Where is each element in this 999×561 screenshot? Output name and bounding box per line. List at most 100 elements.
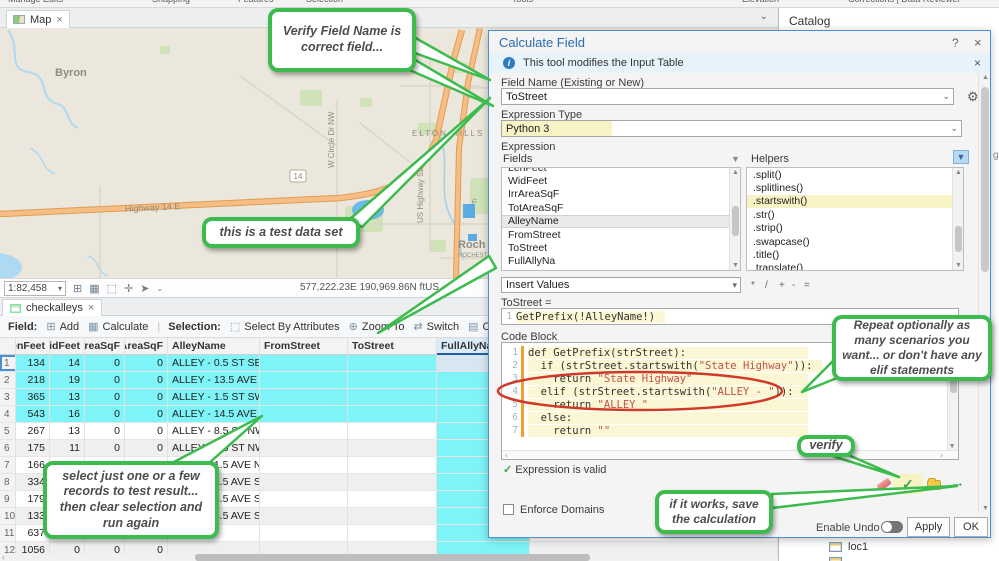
expression-type-combobox[interactable]: Python 3 ⌄: [501, 120, 962, 137]
grid-icon[interactable]: ▦: [89, 282, 99, 295]
chevron-down-icon[interactable]: ⌄: [950, 123, 958, 134]
operator-divide[interactable]: /: [765, 280, 768, 291]
table-cell[interactable]: 0: [85, 440, 125, 457]
operator-equals[interactable]: =: [804, 280, 810, 291]
table-cell[interactable]: [260, 389, 348, 406]
scroll-left-icon[interactable]: ‹: [2, 552, 5, 561]
scroll-down-icon[interactable]: ▼: [982, 505, 989, 512]
column-header[interactable]: WidFeet: [50, 338, 85, 355]
fields-list-item[interactable]: WidFeet: [502, 174, 740, 187]
table-cell[interactable]: 0: [85, 355, 125, 372]
table-cell[interactable]: [260, 406, 348, 423]
dialog-scrollbar[interactable]: ▲ ▼: [978, 73, 990, 513]
table-cell[interactable]: ALLEY - 1.5 ST SW: [168, 389, 260, 406]
scrollbar-thumb[interactable]: [732, 206, 739, 236]
helpers-scrollbar[interactable]: ▲ ▼: [952, 168, 963, 270]
table-cell[interactable]: [260, 525, 348, 542]
catalog-item-partial[interactable]: [829, 557, 842, 561]
close-icon[interactable]: ×: [88, 303, 94, 313]
table-cell[interactable]: [260, 491, 348, 508]
row-number[interactable]: 3: [0, 389, 16, 406]
chevron-down-icon[interactable]: ⌄: [760, 11, 768, 22]
table-cell[interactable]: [348, 457, 437, 474]
table-cell[interactable]: [348, 389, 437, 406]
calculate-button[interactable]: ▦Calculate: [88, 320, 148, 333]
switch-selection-button[interactable]: ⇄Switch: [413, 320, 459, 333]
operator-minus[interactable]: -: [792, 280, 795, 291]
scroll-down-icon[interactable]: ▼: [732, 262, 739, 269]
table-cell[interactable]: 14: [50, 355, 85, 372]
chevron-down-icon[interactable]: ⌄: [442, 283, 449, 292]
table-cell[interactable]: 13: [50, 389, 85, 406]
tab-checkalleys[interactable]: checkalleys ×: [2, 299, 102, 316]
fields-list-item[interactable]: LenFeet: [502, 167, 740, 174]
table-cell[interactable]: 267: [16, 423, 50, 440]
scroll-down-icon[interactable]: ▼: [950, 442, 954, 450]
table-cell[interactable]: [260, 508, 348, 525]
row-number[interactable]: 11: [0, 525, 16, 542]
select-by-attributes-button[interactable]: ⬚Select By Attributes: [230, 320, 340, 333]
helpers-list-item[interactable]: .swapcase(): [747, 235, 963, 248]
table-cell[interactable]: [348, 372, 437, 389]
chevron-down-icon[interactable]: ⌄: [942, 91, 950, 102]
table-cell[interactable]: ALLEY - 8.5 ST NW: [168, 423, 260, 440]
scrollbar-thumb[interactable]: [195, 554, 590, 561]
table-cell[interactable]: [260, 474, 348, 491]
scrollbar-thumb[interactable]: [981, 87, 989, 272]
table-cell[interactable]: 0: [125, 423, 168, 440]
helpers-list-item[interactable]: .split(): [747, 168, 963, 181]
table-cell[interactable]: 13: [50, 423, 85, 440]
table-cell[interactable]: [348, 440, 437, 457]
table-cell[interactable]: 0: [125, 440, 168, 457]
table-cell[interactable]: [348, 474, 437, 491]
table-cell[interactable]: 0: [125, 355, 168, 372]
table-horizontal-scrollbar[interactable]: ‹: [0, 554, 778, 561]
row-number[interactable]: 4: [0, 406, 16, 423]
table-cell[interactable]: 0: [85, 389, 125, 406]
table-cell[interactable]: [260, 355, 348, 372]
chevron-down-icon[interactable]: ▾: [732, 280, 737, 291]
table-cell[interactable]: [348, 491, 437, 508]
scroll-up-icon[interactable]: ▲: [955, 169, 962, 176]
add-field-button[interactable]: ⊞Add: [46, 320, 79, 333]
column-header[interactable]: IrrAreaSqF: [85, 338, 125, 355]
add-feature-icon[interactable]: ⊞: [73, 282, 82, 295]
fields-list-item[interactable]: FromStreet: [502, 228, 740, 241]
fields-list-item[interactable]: FullAllyNa: [502, 255, 740, 268]
chevron-down-icon[interactable]: ⌄: [156, 284, 163, 293]
helpers-list-item[interactable]: .strip(): [747, 222, 963, 235]
table-cell[interactable]: 0: [125, 372, 168, 389]
enforce-domains-checkbox[interactable]: [503, 504, 514, 515]
table-cell[interactable]: [348, 355, 437, 372]
table-cell[interactable]: [260, 457, 348, 474]
table-cell[interactable]: 0: [125, 389, 168, 406]
close-icon[interactable]: ×: [974, 35, 982, 50]
operator-multiply[interactable]: *: [751, 280, 755, 291]
table-cell[interactable]: [348, 423, 437, 440]
column-header[interactable]: ToStreet: [348, 338, 437, 355]
scrollbar-thumb[interactable]: [955, 226, 962, 252]
field-name-combobox[interactable]: ToStreet ⌄: [501, 88, 954, 105]
helpers-list-item[interactable]: .title(): [747, 248, 963, 261]
run-arrow-icon[interactable]: →: [950, 474, 965, 491]
helpers-listbox[interactable]: .split().splitlines().startswith().str()…: [746, 167, 964, 271]
column-header[interactable]: AlleyName: [168, 338, 260, 355]
fields-list-item[interactable]: AlleyName: [502, 215, 740, 228]
helpers-list-item[interactable]: .translate(): [747, 262, 963, 271]
table-cell[interactable]: [348, 508, 437, 525]
navigate-icon[interactable]: ➤: [140, 282, 149, 295]
catalog-item-loc1[interactable]: loc1: [829, 541, 868, 553]
fields-scrollbar[interactable]: ▲ ▼: [729, 168, 740, 270]
ok-button[interactable]: OK: [954, 517, 988, 537]
table-cell[interactable]: ALLEY - 14.5 AVE SW: [168, 406, 260, 423]
column-header[interactable]: TotAreaSqF: [125, 338, 168, 355]
table-cell[interactable]: 0: [85, 406, 125, 423]
row-number[interactable]: 6: [0, 440, 16, 457]
filter-icon-active[interactable]: ▼: [953, 150, 969, 164]
scroll-up-icon[interactable]: ▲: [982, 74, 989, 81]
row-number[interactable]: 9: [0, 491, 16, 508]
scroll-up-icon[interactable]: ▲: [732, 169, 739, 176]
fields-list-item[interactable]: TotAreaSqF: [502, 201, 740, 214]
fields-list-item[interactable]: ToStreet: [502, 241, 740, 254]
apply-button[interactable]: Apply: [907, 517, 950, 537]
